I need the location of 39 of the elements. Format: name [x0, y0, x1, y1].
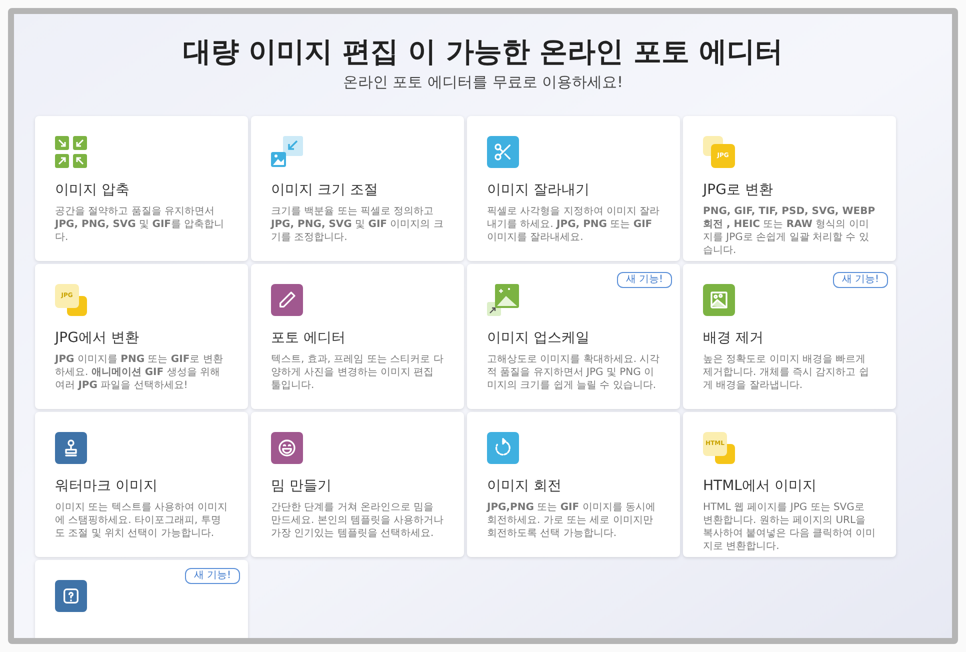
tool-card[interactable]: 이미지 크기 조절 크기를 백분율 또는 픽셀로 정의하고 JPG, PNG, SVG 및 GIF 이미지의 크기를 조정합니다. [251, 116, 464, 260]
tool-description: 공간을 절약하고 품질을 유지하면서 JPG, PNG, SVG 및 GIF를 압축합니다. [55, 205, 226, 244]
tool-description: 텍스트, 효과, 프레임 또는 스티커로 다양하게 사진을 변경하는 이미지 편집 툴입니다. [271, 353, 444, 392]
tool-title: 이미지 회전 [487, 478, 562, 495]
new-feature-badge: 새 기능! [616, 272, 672, 288]
tool-card[interactable]: 새 기능! 이미지 업스케일 고해상도로 이미지를 확대하세요. 시각적 품질을 유지하면서 JPG 및 PNG 이미지의 크기를 쉽게 늘릴 수 있습니다. [467, 264, 680, 408]
tool-description: JPG,PNG 또는 GIF 이미지를 동시에 회전하세요. 가로 또는 세로 이미지만 회전하도록 선택 가능합니다. [487, 501, 656, 540]
tool-title: 배경 제거 [703, 330, 764, 347]
tool-description: 픽셀로 사각형을 지정하여 이미지 잘라내기를 하세요. JPG, PNG 또는 GIF 이미지를 잘라내세요. [487, 205, 660, 244]
tool-card[interactable]: 포토 에디터 텍스트, 효과, 프레임 또는 스티커로 다양하게 사진을 변경하는 이미지 편집 툴입니다. [251, 264, 464, 408]
new-feature-badge: 새 기능! [184, 568, 240, 584]
tool-title: HTML에서 이미지 [703, 478, 818, 495]
tool-description: 크기를 백분율 또는 픽셀로 정의하고 JPG, PNG, SVG 및 GIF 이미지의 크기를 조정합니다. [271, 205, 444, 244]
tool-title: 이미지 압축 [55, 182, 130, 199]
tool-card[interactable]: 밈 만들기 간단한 단계를 거쳐 온라인으로 밈을 만드세요. 본인의 템플릿을 사용하거나 가장 인기있는 템플릿을 선택하세요. [251, 412, 464, 556]
tool-description: JPG 이미지를 PNG 또는 GIF로 변환하세요. 애니메이션 GIF 생성을 위해 여러 JPG 파일을 선택하세요! [55, 353, 224, 392]
tool-description: PNG, GIF, TIF, PSD, SVG, WEBP 회전 , HEIC 또는 RAW 형식의 이미지를 JPG로 손쉽게 일괄 처리할 수 있습니다. [703, 205, 876, 257]
tool-card[interactable]: 이미지 압축 공간을 절약하고 품질을 유지하면서 JPG, PNG, SVG 및 GIF를 압축합니다. [35, 116, 248, 260]
tool-title: JPG로 변환 [703, 182, 774, 199]
tool-title: 이미지 업스케일 [487, 330, 590, 347]
new-feature-badge: 새 기능! [832, 272, 888, 288]
tool-title: 이미지 잘라내기 [487, 182, 590, 199]
tool-title: 워터마크 이미지 [55, 478, 158, 495]
tool-title: 밈 만들기 [271, 478, 332, 495]
tool-description: 간단한 단계를 거쳐 온라인으로 밈을 만드세요. 본인의 템플릿을 사용하거나 가장 인기있는 템플릿을 선택하세요. [271, 501, 444, 540]
tool-description: HTML 웹 페이지를 JPG 또는 SVG로 변환합니다. 원하는 페이지의 URL을 복사하여 붙여넣은 다음 클릭하여 이미지로 변환합니다. [703, 501, 876, 553]
tool-card[interactable]: 워터마크 이미지 이미지 또는 텍스트를 사용하여 이미지에 스탬핑하세요. 타이포그래피, 투명도 조절 및 위치 선택이 가능합니다. [35, 412, 248, 556]
tool-card[interactable]: 이미지 회전 JPG,PNG 또는 GIF 이미지를 동시에 회전하세요. 가로 또는 세로 이미지만 회전하도록 선택 가능합니다. [467, 412, 680, 556]
tool-title: 포토 에디터 [271, 330, 346, 347]
page-title: 대량 이미지 편집 이 가능한 온라인 포토 에디터 [182, 34, 784, 69]
page-subtitle: 온라인 포토 에디터를 무료로 이용하세요! [342, 72, 624, 93]
tool-title: JPG에서 변환 [55, 330, 140, 347]
tool-card[interactable]: 이미지 잘라내기 픽셀로 사각형을 지정하여 이미지 잘라내기를 하세요. JPG, PNG 또는 GIF 이미지를 잘라내세요. [467, 116, 680, 260]
tool-card[interactable]: 새 기능! 배경 제거 높은 정확도로 이미지 배경을 빠르게 제거합니다. 개체를 즉시 감지하고 쉽게 배경을 잘라냅니다. [683, 264, 896, 408]
tool-card[interactable]: 새 기능! [35, 560, 248, 638]
tool-title: 이미지 크기 조절 [271, 182, 379, 199]
tool-description: 고해상도로 이미지를 확대하세요. 시각적 품질을 유지하면서 JPG 및 PNG 이미지의 크기를 쉽게 늘릴 수 있습니다. [487, 353, 660, 392]
tool-description: 이미지 또는 텍스트를 사용하여 이미지에 스탬핑하세요. 타이포그래피, 투명도 조절 및 위치 선택이 가능합니다. [55, 501, 228, 540]
tool-description: 높은 정확도로 이미지 배경을 빠르게 제거합니다. 개체를 즉시 감지하고 쉽게 배경을 잘라냅니다. [703, 353, 870, 392]
